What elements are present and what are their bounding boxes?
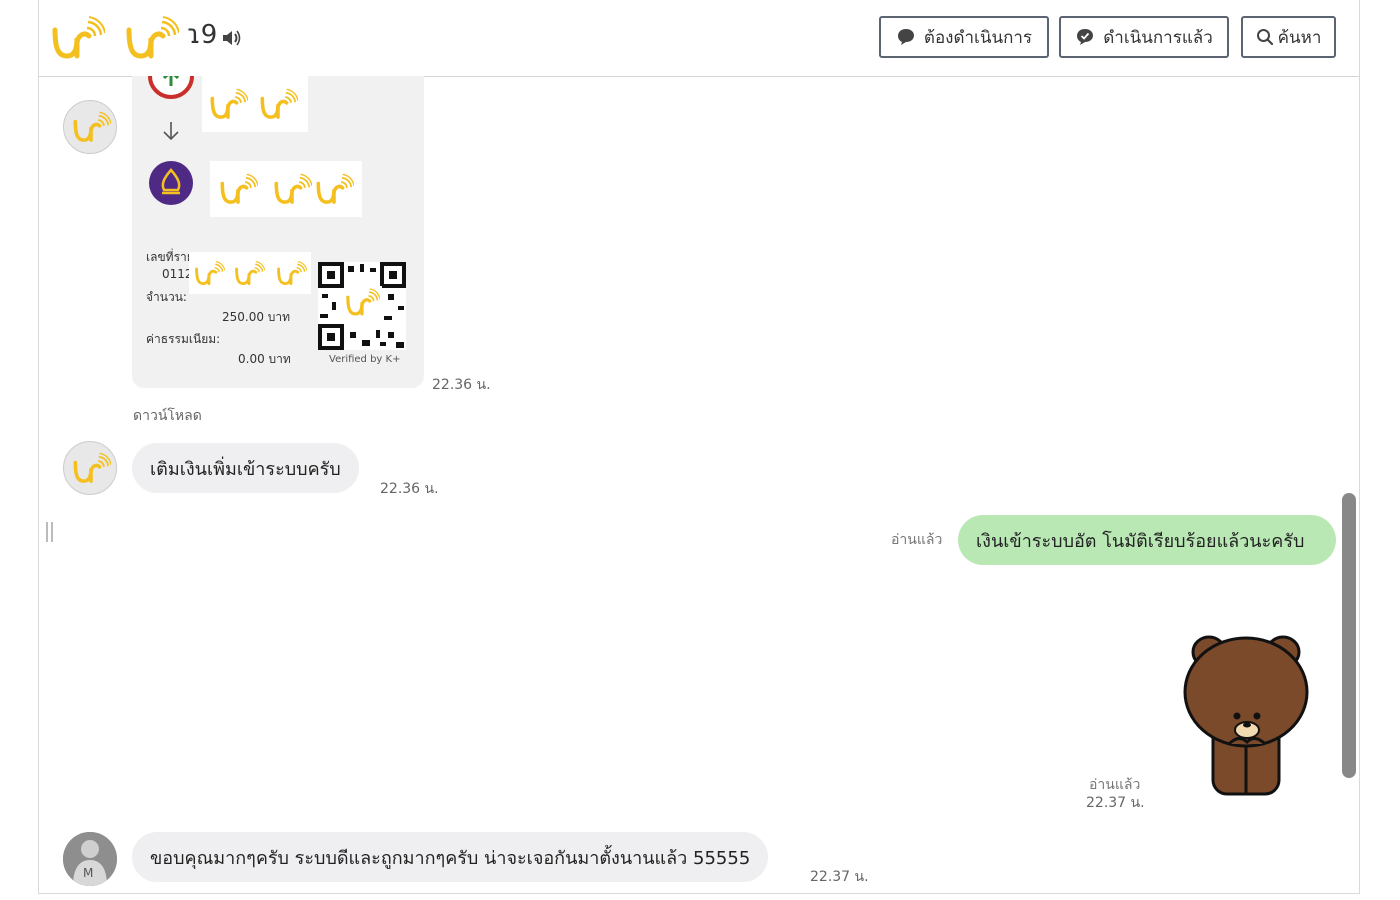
incoming-message[interactable]: ขอบคุณมากๆครับ ระบบดีและถูกมากๆครับ น่าจ…	[132, 832, 769, 882]
slip-amount-value: 250.00 บาท	[222, 310, 291, 324]
outgoing-message[interactable]: เงินเข้าระบบอัต โนมัติเรียบร้อยแล้วนะครั…	[958, 515, 1336, 565]
logo-icon	[71, 111, 111, 145]
pending-button-label: ต้องดำเนินการ	[923, 27, 1033, 48]
resize-handle-icon[interactable]	[45, 521, 55, 543]
slip-fee-label: ค่าธรรมเนียม:	[146, 332, 221, 346]
arrow-down-icon	[163, 122, 179, 141]
logo-icon	[272, 173, 312, 207]
logo-icon	[258, 88, 298, 122]
message-text: เงินเข้าระบบอัต โนมัติเรียบร้อยแล้วนะครั…	[976, 530, 1305, 552]
bear-sticker[interactable]	[1181, 634, 1311, 798]
chat-bubble-icon	[897, 29, 914, 45]
slip-ref-label: เลขที่ราย	[146, 250, 194, 264]
logo-icon	[233, 261, 265, 287]
logo-icon	[71, 452, 111, 486]
slip-verified-text: Verified by K+	[329, 354, 401, 365]
avatar[interactable]	[63, 441, 117, 495]
pending-button[interactable]: ต้องดำเนินการ	[879, 16, 1049, 58]
done-button[interactable]: ดำเนินการแล้ว	[1059, 16, 1229, 58]
message-time: 22.37 น.	[1086, 795, 1145, 811]
logo-icon	[275, 261, 307, 287]
incoming-message[interactable]: เติมเงินเพิ่มเข้าระบบครับ	[132, 443, 359, 493]
slip-ref-value: 0112	[162, 267, 193, 281]
message-time: 22.36 น.	[380, 481, 439, 497]
redaction-mask	[189, 252, 311, 294]
avatar[interactable]	[63, 100, 117, 154]
logo-icon	[208, 88, 248, 122]
message-time: 22.36 น.	[432, 377, 491, 393]
search-icon	[1256, 29, 1273, 46]
message-text: ขอบคุณมากๆครับ ระบบดีและถูกมากๆครับ น่าจ…	[150, 847, 751, 869]
payment-slip-image[interactable]: เลขที่ราย 0112 จำนวน: 250.00 บาท ค่าธรรม…	[132, 76, 424, 388]
slip-amount-label: จำนวน:	[146, 290, 187, 304]
download-link[interactable]: ดาวน์โหลด	[133, 405, 202, 427]
scrollbar[interactable]	[1342, 493, 1356, 778]
bank-icon	[149, 161, 193, 205]
chat-name-suffix: ɿ9	[187, 20, 218, 50]
done-button-label: ดำเนินการแล้ว	[1103, 27, 1213, 48]
logo-icon	[218, 173, 258, 207]
svg-text:M: M	[83, 866, 93, 880]
logo-icon	[314, 173, 354, 207]
message-time: 22.37 น.	[810, 869, 869, 885]
avatar[interactable]: M	[63, 832, 117, 886]
chat-header: ɿ9 ต้องดำเนินการ ดำเนินการแล้ว ค้นหา	[39, 0, 1359, 77]
search-button-label: ค้นหา	[1277, 27, 1322, 48]
redaction-mask	[202, 76, 308, 132]
redaction-mask	[210, 161, 362, 217]
speaker-icon[interactable]	[221, 28, 243, 48]
slip-fee-value: 0.00 บาท	[238, 352, 291, 366]
chat-window: ɿ9 ต้องดำเนินการ ดำเนินการแล้ว ค้นหา เลข…	[38, 0, 1360, 894]
logo-icon	[193, 261, 225, 287]
logo-icon	[123, 16, 179, 62]
check-bubble-icon	[1077, 29, 1094, 45]
search-button[interactable]: ค้นหา	[1241, 16, 1336, 58]
user-photo: M	[63, 832, 117, 886]
logo-icon	[344, 288, 380, 318]
bank-icon	[148, 76, 194, 99]
logo-icon	[49, 16, 105, 62]
read-status: อ่านแล้ว	[891, 532, 943, 548]
message-text: เติมเงินเพิ่มเข้าระบบครับ	[150, 458, 341, 480]
